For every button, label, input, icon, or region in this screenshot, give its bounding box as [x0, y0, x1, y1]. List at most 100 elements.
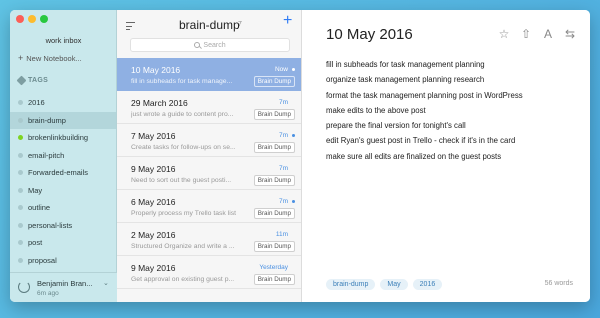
- note-body[interactable]: fill in subheads for task management pla…: [326, 57, 523, 164]
- window-controls: [16, 15, 48, 23]
- tag-dot-icon: [18, 135, 23, 141]
- tag-dot-icon: [18, 100, 23, 106]
- note-list-item[interactable]: 2 May 2016 11m Structured Organize and wri…: [117, 223, 301, 256]
- notebook-badge: Brain Dump: [253, 274, 295, 285]
- note-time: 7m: [278, 198, 288, 205]
- note-title[interactable]: 10 May 2016: [326, 26, 413, 43]
- sidebar-tag-item[interactable]: post: [10, 234, 116, 252]
- sidebar-tag-item[interactable]: brain-dump: [10, 111, 116, 129]
- note-body-line[interactable]: format the task management planning post…: [326, 88, 523, 103]
- note-date: 9 May 2016: [131, 164, 176, 174]
- sidebar-tag-label: proposal: [28, 255, 57, 265]
- sidebar-tag-label: 2016: [28, 98, 45, 108]
- sidebar-tag-item[interactable]: 2016: [10, 94, 116, 112]
- note-time: Now: [274, 66, 288, 73]
- note-date: 9 May 2016: [131, 263, 176, 273]
- note-time: 11m: [275, 231, 288, 238]
- notebook-badge: Brain Dump: [253, 76, 295, 87]
- tag-icon: [16, 75, 27, 86]
- note-date: 7 May 2016: [131, 131, 176, 141]
- sidebar-tag-item[interactable]: Forwarded-emails: [10, 164, 116, 182]
- close-window-button[interactable]: [16, 15, 24, 23]
- sidebar-tag-label: personal-lists: [28, 220, 73, 230]
- sidebar-tag-label: post: [28, 238, 43, 248]
- notebook-badge: Brain Dump: [253, 142, 295, 153]
- note-time: 7m: [278, 132, 288, 139]
- tag-dot-icon: [18, 117, 23, 123]
- note-list-item[interactable]: 29 March 2016 7m just wrote a guide to con…: [117, 91, 301, 124]
- sidebar-tag-item[interactable]: email-pitch: [10, 147, 116, 165]
- sidebar-tag-item[interactable]: brokenlinkbuilding: [10, 129, 116, 147]
- note-body-line[interactable]: fill in subheads for task management pla…: [326, 57, 523, 72]
- share-icon[interactable]: ⇧: [520, 27, 532, 41]
- search-icon: [194, 42, 201, 48]
- tag-dot-icon: [18, 205, 23, 211]
- tag-dot-icon: [18, 257, 23, 263]
- search-placeholder: Search: [203, 41, 226, 49]
- tag-dot-icon: [18, 187, 23, 193]
- note-list-item[interactable]: 9 May 2016 7m Need to sort out the guest p…: [117, 157, 301, 190]
- note-list-item[interactable]: 7 May 2016 7m Create tasks for follow-ups …: [117, 124, 301, 157]
- search-input[interactable]: Search: [130, 38, 290, 52]
- unsynced-dot-icon: [292, 134, 295, 137]
- new-notebook-button[interactable]: + New Notebook...: [18, 53, 82, 63]
- note-body-line[interactable]: prepare the final version for tonight's …: [326, 118, 523, 133]
- note-body-line[interactable]: edit Ryan's guest post in Trello - check…: [326, 133, 523, 148]
- note-preview: fill in subheads for task manage...: [131, 78, 233, 85]
- tag-list: 2016 brain-dump brokenlinkbuilding email-pi…: [10, 94, 116, 269]
- editor-toolbar: ☆ ⇧ A ⇆: [498, 27, 576, 41]
- app-window: work inbox + New Notebook... TAGS 2016 br…: [10, 10, 590, 302]
- note-editor[interactable]: 10 May 2016 ☆ ⇧ A ⇆ fill in subheads for…: [302, 10, 590, 302]
- note-date: 6 May 2016: [131, 197, 176, 207]
- sidebar-tag-label: May: [28, 185, 43, 195]
- note-list-item[interactable]: 6 May 2016 7m Properly process my Trello t…: [117, 190, 301, 223]
- sidebar-tag-item[interactable]: personal-lists: [10, 217, 116, 235]
- sidebar-tag-item[interactable]: May: [10, 182, 116, 200]
- plus-icon: +: [18, 53, 24, 63]
- sort-icon[interactable]: [126, 22, 135, 30]
- note-preview: Structured Organize and write a ...: [131, 243, 235, 250]
- note-body-line[interactable]: organize task management planning resear…: [326, 72, 523, 87]
- zoom-window-button[interactable]: [40, 15, 48, 23]
- sidebar-tag-label: brokenlinkbuilding: [28, 133, 89, 143]
- note-list-header: brain-dump 7 + Search: [117, 10, 301, 58]
- sidebar-tag-item[interactable]: outline: [10, 199, 116, 217]
- sidebar-tag-item[interactable]: proposal: [10, 252, 116, 270]
- note-body-line[interactable]: make edits to the above post: [326, 103, 523, 118]
- notebook-badge: Brain Dump: [253, 208, 295, 219]
- note-body-line[interactable]: make sure all edits are finalized on the…: [326, 149, 523, 164]
- note-tag-chip[interactable]: May: [380, 279, 408, 290]
- tag-dot-icon: [18, 222, 23, 228]
- tag-dot-icon: [18, 170, 23, 176]
- notebook-work-inbox[interactable]: work inbox: [10, 36, 117, 45]
- tag-dot-icon: [18, 240, 23, 246]
- star-icon[interactable]: ☆: [498, 27, 510, 41]
- note-tag-chip[interactable]: brain-dump: [326, 279, 376, 290]
- notebook-badge: Brain Dump: [253, 241, 295, 252]
- list-title: brain-dump: [179, 18, 240, 32]
- minimize-window-button[interactable]: [28, 15, 36, 23]
- note-list-item[interactable]: 9 May 2016 Yesterday Get approval on exist…: [117, 256, 301, 289]
- note-list-item[interactable]: 10 May 2016 Now fill in subheads for task …: [117, 58, 301, 91]
- sidebar-tag-label: brain-dump: [28, 115, 66, 125]
- note-tag-chip[interactable]: 2016: [412, 279, 443, 290]
- note-count: 7: [238, 21, 242, 28]
- font-icon[interactable]: A: [542, 27, 554, 41]
- sidebar: work inbox + New Notebook... TAGS 2016 br…: [10, 10, 117, 302]
- new-note-button[interactable]: +: [283, 13, 292, 29]
- unsynced-dot-icon: [292, 68, 295, 71]
- sidebar-tag-label: outline: [28, 203, 51, 213]
- note-preview: Create tasks for follow-ups on se...: [131, 144, 236, 151]
- user-name: Benjamin Bran...: [37, 279, 93, 288]
- rotate-icon[interactable]: ⇆: [564, 27, 576, 41]
- sync-icon[interactable]: [18, 281, 30, 293]
- note-time: Yesterday: [259, 264, 288, 271]
- sidebar-tag-label: Forwarded-emails: [28, 168, 89, 178]
- note-preview: Need to sort out the guest posti...: [131, 177, 232, 184]
- chevron-down-icon[interactable]: ⌄: [103, 279, 109, 287]
- user-account[interactable]: Benjamin Bran... 6m ago ⌄: [10, 272, 117, 302]
- note-time: 7m: [278, 99, 288, 106]
- sidebar-tag-label: email-pitch: [28, 150, 65, 160]
- note-time: 7m: [278, 165, 288, 172]
- notebook-badge: Brain Dump: [253, 175, 295, 186]
